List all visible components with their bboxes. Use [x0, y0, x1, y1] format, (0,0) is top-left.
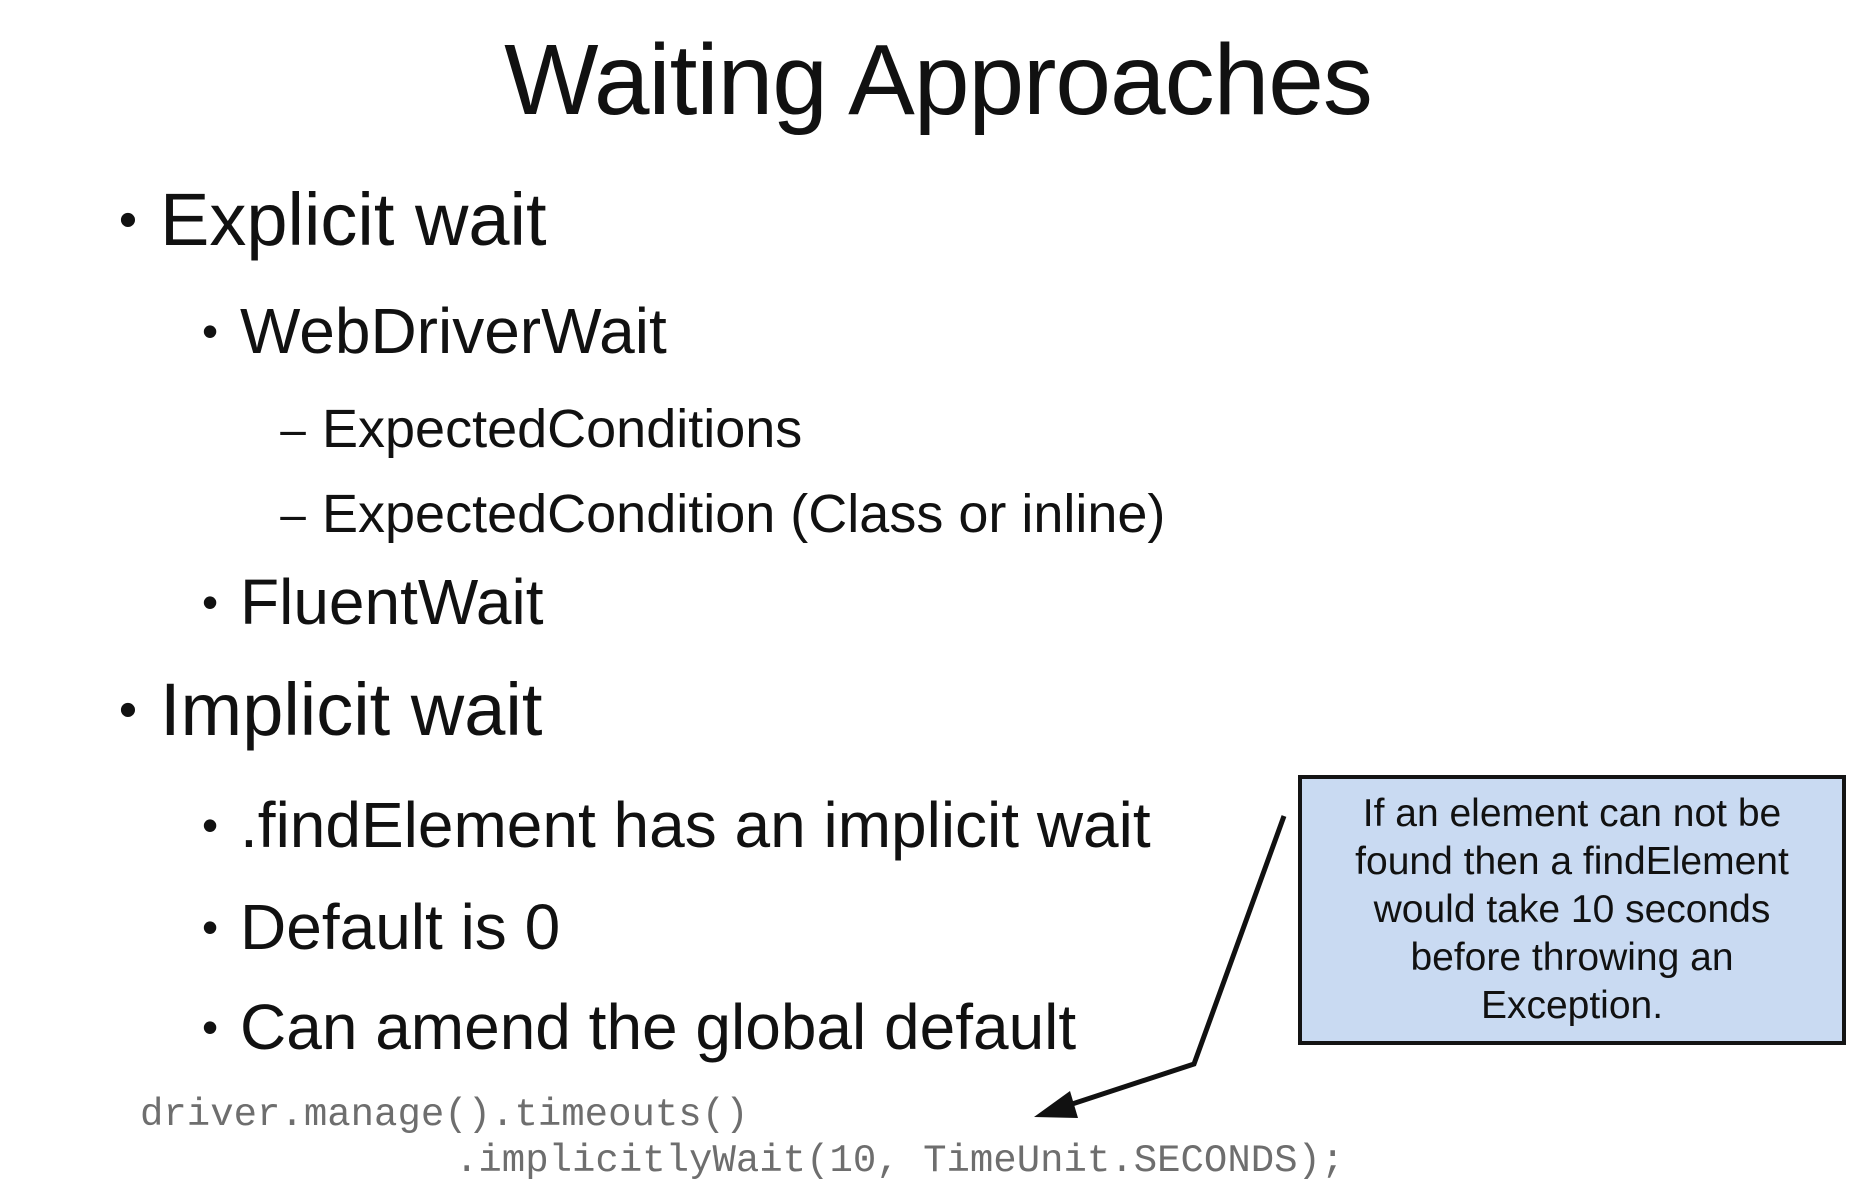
bullet-icon: • [118, 191, 138, 249]
arrow-head-icon [1034, 1091, 1078, 1118]
bullet-icon: • [201, 305, 219, 357]
callout-text: If an element can not be found then a fi… [1355, 792, 1789, 1027]
subitem-expected-conditions: – ExpectedConditions [280, 396, 803, 462]
bullet-icon: • [118, 681, 138, 739]
code-line-1: driver.manage().timeouts() [140, 1093, 749, 1137]
bullet-icon: • [201, 901, 219, 953]
bullet-default: • Default is 0 [202, 888, 561, 966]
bullet-text: FluentWait [240, 566, 544, 638]
slide: Waiting Approaches • Explicit wait • Web… [0, 0, 1866, 1186]
dash-icon: – [280, 403, 306, 455]
slide-title: Waiting Approaches [504, 24, 1373, 136]
subitem-expected-condition: – ExpectedCondition (Class or inline) [280, 481, 1166, 547]
bullet-text: .findElement has an implicit wait [240, 789, 1151, 861]
bullet-fluentwait: • FluentWait [202, 563, 544, 641]
bullet-implicit-wait: • Implicit wait [119, 665, 543, 755]
bullet-text: Implicit wait [160, 668, 543, 751]
bullet-amend-default: • Can amend the global default [202, 988, 1077, 1066]
subitem-text: ExpectedConditions [322, 399, 803, 459]
bullet-text: Explicit wait [160, 178, 547, 261]
bullet-icon: • [201, 1001, 219, 1053]
code-line-2: .implicitlyWait(10, TimeUnit.SECONDS); [455, 1139, 1345, 1183]
subitem-text: ExpectedCondition (Class or inline) [322, 484, 1166, 544]
bullet-icon: • [201, 799, 219, 851]
bullet-find-element: • .findElement has an implicit wait [202, 786, 1151, 864]
bullet-text: WebDriverWait [240, 295, 667, 367]
bullet-explicit-wait: • Explicit wait [119, 175, 547, 265]
callout-box: If an element can not be found then a fi… [1298, 775, 1846, 1045]
bullet-icon: • [201, 576, 219, 628]
bullet-text: Default is 0 [240, 891, 561, 963]
bullet-text: Can amend the global default [240, 991, 1077, 1063]
bullet-webdriverwait: • WebDriverWait [202, 292, 667, 370]
dash-icon: – [280, 488, 306, 540]
